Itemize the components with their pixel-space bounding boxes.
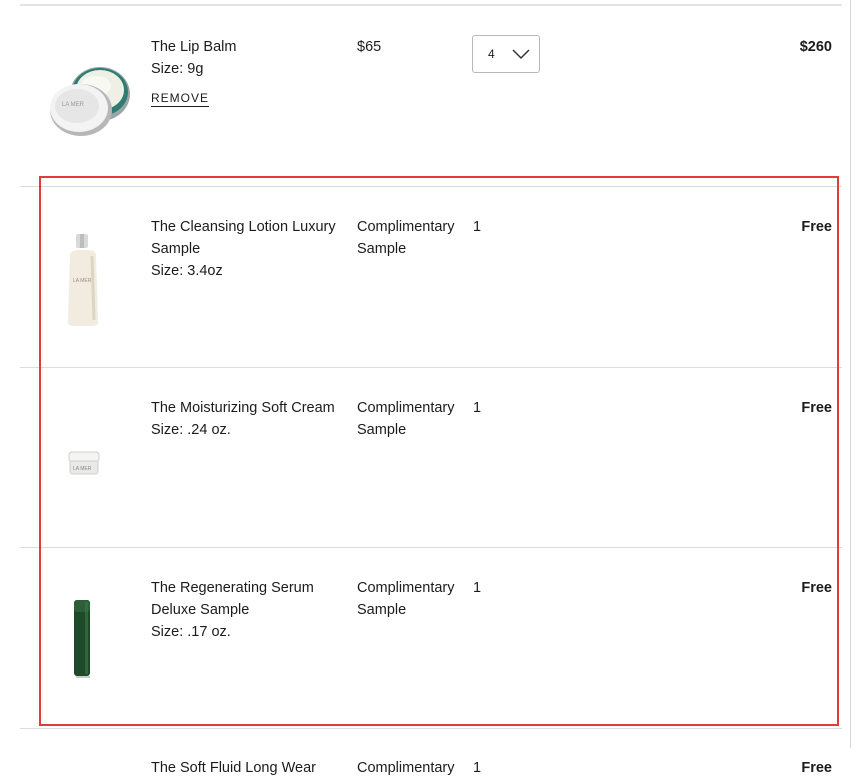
- svg-text:LA MER: LA MER: [62, 102, 85, 108]
- svg-text:LA MER: LA MER: [73, 466, 92, 472]
- top-divider: [20, 4, 842, 6]
- item-size: Size: 3.4oz: [151, 263, 223, 279]
- unit-price-line: Complimentary: [357, 400, 455, 416]
- quantity-value: 1: [473, 760, 482, 776]
- lotion-bottle-icon: LA MER: [68, 234, 98, 326]
- item-size: Size: .24 oz.: [151, 422, 231, 438]
- scroll-edge: [850, 0, 851, 748]
- item-name: The Soft Fluid Long Wear: [151, 757, 351, 779]
- line-total: Free: [801, 760, 832, 776]
- serum-bottle-icon: [74, 600, 90, 678]
- item-name-line: The Lip Balm: [151, 39, 237, 55]
- item-name: The Regenerating Serum Deluxe Sample Siz…: [151, 577, 351, 643]
- item-size: Size: 9g: [151, 61, 204, 77]
- quantity-value: 4: [488, 47, 495, 61]
- unit-price-line: Sample: [357, 241, 407, 257]
- chevron-down-icon: [512, 49, 530, 60]
- item-name-line: Sample: [151, 241, 201, 257]
- unit-price-line: Complimentary: [357, 760, 455, 776]
- item-name: The Lip Balm Size: 9g: [151, 36, 351, 80]
- line-total: Free: [801, 580, 832, 596]
- cream-jar-icon: LA MER: [68, 451, 100, 475]
- line-total: Free: [801, 219, 832, 235]
- item-name-line: The Cleansing Lotion Luxury: [151, 219, 336, 235]
- unit-price: Complimentary Sample: [357, 397, 467, 441]
- row-divider: [20, 367, 842, 368]
- unit-price: Complimentary: [357, 757, 467, 779]
- item-name: The Cleansing Lotion Luxury Sample Size:…: [151, 216, 351, 282]
- unit-price-line: Sample: [357, 602, 407, 618]
- item-name-line: The Moisturizing Soft Cream: [151, 400, 335, 416]
- item-name-line: The Soft Fluid Long Wear: [151, 760, 316, 776]
- row-divider: [20, 547, 842, 548]
- item-name-line: Deluxe Sample: [151, 602, 250, 618]
- item-name-line: The Regenerating Serum: [151, 580, 314, 596]
- unit-price-line: Complimentary: [357, 580, 455, 596]
- svg-text:LA MER: LA MER: [73, 278, 92, 284]
- unit-price: Complimentary Sample: [357, 577, 467, 621]
- item-name: The Moisturizing Soft Cream Size: .24 oz…: [151, 397, 351, 441]
- unit-price-line: Complimentary: [357, 219, 455, 235]
- line-total: Free: [801, 400, 832, 416]
- unit-price: $65: [357, 39, 382, 55]
- quantity-select[interactable]: 4: [472, 35, 540, 73]
- line-total: $260: [799, 39, 832, 55]
- unit-price-line: Sample: [357, 422, 407, 438]
- row-divider: [20, 728, 842, 729]
- unit-price: Complimentary Sample: [357, 216, 467, 260]
- quantity-value: 1: [473, 580, 482, 596]
- quantity-value: 1: [473, 400, 482, 416]
- quantity-value: 1: [473, 219, 482, 235]
- remove-link[interactable]: REMOVE: [151, 91, 209, 105]
- lip-balm-jar-icon: LA MER: [50, 67, 130, 136]
- item-size: Size: .17 oz.: [151, 624, 231, 640]
- row-divider: [20, 186, 842, 187]
